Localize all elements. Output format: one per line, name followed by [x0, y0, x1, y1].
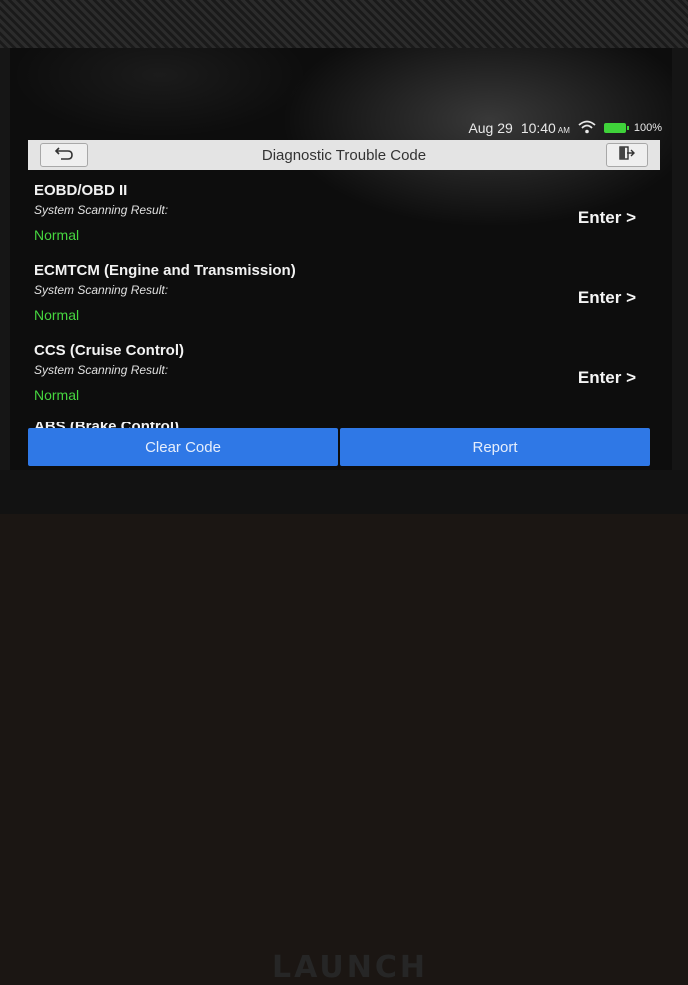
- system-scan-label: System Scanning Result:: [34, 203, 169, 217]
- device-bezel-left: [0, 48, 10, 514]
- system-name: CCS (Cruise Control): [34, 342, 184, 359]
- status-time: 10:40 AM: [520, 120, 570, 136]
- system-status: Normal: [34, 227, 80, 243]
- system-scan-label: System Scanning Result:: [34, 363, 169, 377]
- clear-code-button[interactable]: Clear Code: [28, 428, 338, 466]
- device-bezel-top: [0, 0, 688, 48]
- system-name: ECMTCM (Engine and Transmission): [34, 262, 296, 279]
- status-bar: Aug 29 10:40 AM 100%: [10, 118, 662, 138]
- battery-icon: [603, 123, 629, 133]
- bottom-action-bar: Clear Code Report: [28, 428, 650, 466]
- page-title: Diagnostic Trouble Code: [261, 146, 427, 164]
- enter-button[interactable]: Enter >: [578, 208, 636, 228]
- system-status: Normal: [34, 387, 80, 403]
- system-status: Normal: [34, 307, 80, 323]
- list-item: ECMTCM (Engine and Transmission) System …: [34, 262, 644, 342]
- report-button[interactable]: Report: [340, 428, 650, 466]
- system-list: EOBD/OBD II System Scanning Result: Norm…: [34, 182, 644, 432]
- exit-icon: [618, 145, 636, 166]
- status-date: Aug 29: [468, 120, 513, 136]
- device-brand-logo: LAUNCH: [271, 950, 428, 985]
- list-item: CCS (Cruise Control) System Scanning Res…: [34, 342, 644, 422]
- wifi-icon: [578, 120, 596, 137]
- exit-button[interactable]: [606, 143, 648, 167]
- system-name: EOBD/OBD II: [34, 182, 128, 199]
- enter-button[interactable]: Enter >: [578, 368, 636, 388]
- list-item: EOBD/OBD II System Scanning Result: Norm…: [34, 182, 644, 262]
- back-button[interactable]: [40, 143, 88, 167]
- device-screen: Aug 29 10:40 AM 100% Diagnostic Trouble C…: [10, 48, 672, 470]
- device-bezel-right: [672, 48, 688, 514]
- device-bezel-bottom: LAUNCH: [0, 470, 688, 985]
- title-bar: Diagnostic Trouble Code: [28, 140, 660, 170]
- enter-button[interactable]: Enter >: [578, 288, 636, 308]
- system-scan-label: System Scanning Result:: [34, 283, 169, 297]
- battery-percent: 100%: [633, 122, 662, 134]
- back-arrow-icon: [53, 145, 75, 166]
